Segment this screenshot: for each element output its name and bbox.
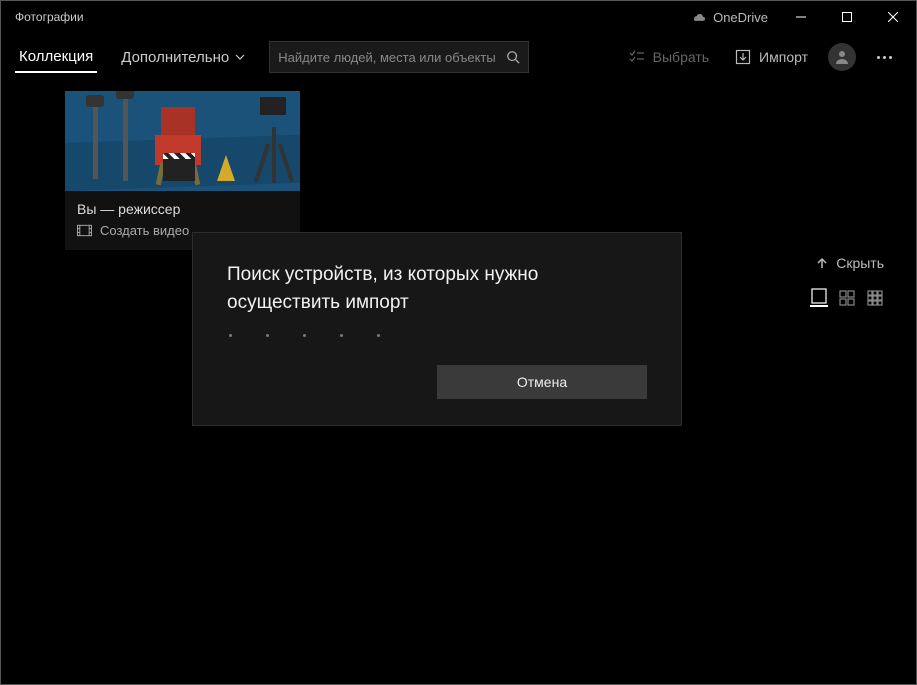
hide-panel-button[interactable]: Скрыть — [816, 255, 884, 271]
chevron-down-icon — [235, 54, 245, 60]
card-title: Вы — режиссер — [77, 201, 288, 217]
titlebar: Фотографии OneDrive — [1, 1, 916, 33]
dialog-title: Поиск устройств, из которых нужно осущес… — [227, 261, 647, 316]
grid-3x3-icon — [867, 290, 883, 306]
view-toggle — [810, 289, 884, 307]
maximize-button[interactable] — [824, 1, 870, 33]
import-devices-dialog: Поиск устройств, из которых нужно осущес… — [192, 232, 682, 426]
search-icon[interactable] — [506, 50, 520, 64]
view-grid-2x2[interactable] — [838, 289, 856, 307]
import-button[interactable]: Импорт — [725, 43, 818, 71]
side-controls: Скрыть — [810, 255, 884, 307]
square-icon — [811, 288, 827, 304]
minimize-button[interactable] — [778, 1, 824, 33]
cloud-icon — [691, 12, 707, 23]
video-editor-card[interactable]: Вы — режиссер Создать видео — [65, 91, 300, 250]
toolbar: Коллекция Дополнительно Выбрать Импорт — [1, 33, 916, 81]
content-area: Вы — режиссер Создать видео — [1, 81, 916, 250]
arrow-up-icon — [816, 257, 828, 269]
window-title: Фотографии — [15, 10, 84, 24]
progress-indicator — [229, 334, 647, 337]
ellipsis-icon — [877, 56, 892, 59]
search-input[interactable] — [278, 50, 506, 65]
card-action-label: Создать видео — [100, 223, 189, 238]
onedrive-status[interactable]: OneDrive — [691, 10, 768, 25]
cancel-button[interactable]: Отмена — [437, 365, 647, 399]
card-illustration — [65, 91, 300, 191]
search-box[interactable] — [269, 41, 529, 73]
tab-more-label: Дополнительно — [121, 49, 229, 66]
onedrive-label: OneDrive — [713, 10, 768, 25]
select-button: Выбрать — [619, 43, 719, 71]
tab-collection[interactable]: Коллекция — [15, 42, 97, 73]
checklist-icon — [629, 49, 645, 65]
hide-label: Скрыть — [836, 255, 884, 271]
close-button[interactable] — [870, 1, 916, 33]
view-grid-3x3[interactable] — [866, 289, 884, 307]
import-icon — [735, 49, 751, 65]
grid-2x2-icon — [839, 290, 855, 306]
tab-more[interactable]: Дополнительно — [117, 43, 249, 72]
film-icon — [77, 224, 92, 237]
more-options-button[interactable] — [866, 39, 902, 75]
select-label: Выбрать — [653, 49, 709, 65]
import-label: Импорт — [759, 49, 808, 65]
account-avatar[interactable] — [828, 43, 856, 71]
window-controls — [778, 1, 916, 33]
app-window: Фотографии OneDrive Коллекция Дополнител… — [0, 0, 917, 685]
view-single[interactable] — [810, 289, 828, 307]
person-icon — [834, 49, 850, 65]
